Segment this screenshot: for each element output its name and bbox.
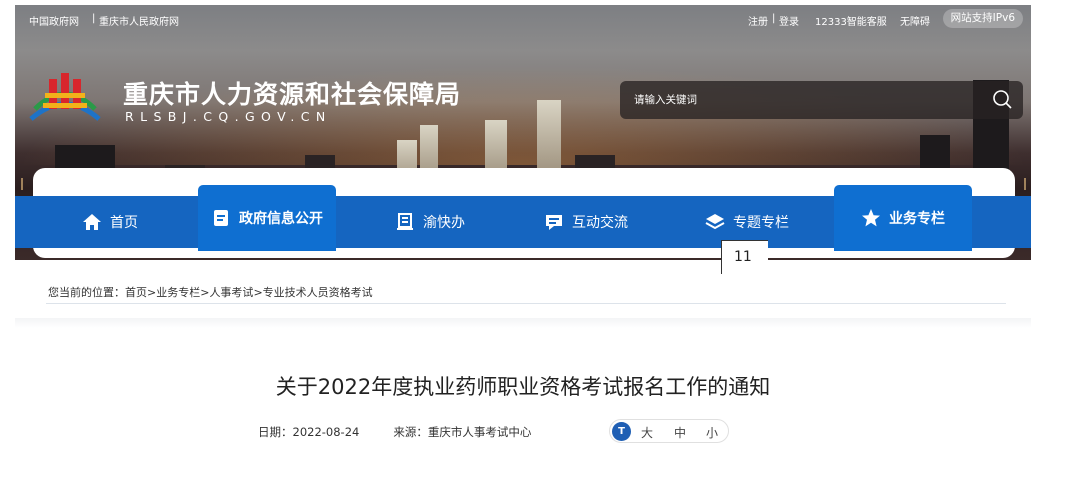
- nav-home[interactable]: 首页: [70, 196, 150, 248]
- id-card-icon: [395, 212, 415, 232]
- article-source: 重庆市人事考试中心: [427, 425, 532, 439]
- breadcrumb-current[interactable]: 专业技术人员资格考试: [263, 286, 373, 299]
- font-small-button[interactable]: 小: [706, 424, 718, 441]
- nav-label: 政府信息公开: [239, 211, 323, 227]
- section-divider: [15, 318, 1031, 328]
- register-link[interactable]: 注册: [748, 13, 768, 28]
- breadcrumb-business[interactable]: 业务专栏: [156, 286, 200, 299]
- accessibility-link[interactable]: 无障碍: [900, 13, 930, 28]
- hotline-link[interactable]: 12333智能客服: [815, 13, 887, 28]
- source-label: 来源：: [393, 425, 428, 439]
- nav-label: 业务专栏: [889, 211, 945, 227]
- nav-gov-info[interactable]: 政府信息公开: [198, 185, 336, 251]
- breadcrumb-sep: >: [253, 286, 263, 299]
- logo-icon: [29, 73, 101, 121]
- logo: [29, 69, 101, 129]
- font-large-button[interactable]: 大: [641, 424, 653, 441]
- date-label: 日期：: [258, 425, 293, 439]
- breadcrumb-divider: [46, 303, 1006, 304]
- site-title: 重庆市人力资源和社会保障局: [123, 80, 462, 109]
- chat-icon: [544, 212, 564, 232]
- document-icon: [211, 208, 231, 228]
- home-icon: [82, 212, 102, 232]
- page-counter-tooltip: 11: [721, 240, 768, 274]
- breadcrumb-home[interactable]: 首页: [125, 286, 147, 299]
- search-input[interactable]: [634, 91, 964, 109]
- breadcrumb-prefix: 您当前的位置：: [48, 286, 125, 299]
- nav-label: 渝快办: [423, 215, 465, 231]
- nav-label: 首页: [110, 215, 138, 231]
- search-bar: [620, 81, 1023, 119]
- article-meta: 日期：2022-08-24 来源：重庆市人事考试中心: [258, 424, 531, 440]
- link-cq-gov[interactable]: 重庆市人民政府网: [99, 13, 179, 28]
- breadcrumb: 您当前的位置：首页>业务专栏>人事考试>专业技术人员资格考试: [48, 284, 373, 300]
- nav-label: 互动交流: [572, 215, 628, 231]
- nav-label: 专题专栏: [733, 215, 789, 231]
- article-date: 2022-08-24: [292, 425, 360, 439]
- top-separator: |: [772, 13, 776, 24]
- font-medium-button[interactable]: 中: [674, 424, 686, 441]
- header-banner: 中国政府网 | 重庆市人民政府网 注册 | 登录 12333智能客服 无障碍 网…: [15, 5, 1031, 260]
- top-bar: 中国政府网 | 重庆市人民政府网 注册 | 登录 12333智能客服 无障碍 网…: [15, 5, 1031, 33]
- breadcrumb-exam[interactable]: 人事考试: [209, 286, 253, 299]
- nav-interaction[interactable]: 互动交流: [531, 196, 641, 248]
- login-link[interactable]: 登录: [779, 13, 799, 28]
- tooltip-value: 11: [734, 249, 752, 265]
- search-icon[interactable]: [991, 89, 1013, 111]
- ipv6-badge: 网站支持IPv6: [942, 9, 1023, 28]
- font-size-control: T 大 中 小: [609, 419, 729, 443]
- link-gov-cn[interactable]: 中国政府网: [29, 13, 79, 28]
- site-domain: RLSBJ.CQ.GOV.CN: [125, 109, 332, 124]
- nav-yukuaiban[interactable]: 渝快办: [380, 196, 480, 248]
- star-icon: [861, 208, 881, 228]
- layers-icon: [705, 212, 725, 232]
- top-separator: |: [92, 13, 96, 24]
- article-title: 关于2022年度执业药师职业资格考试报名工作的通知: [275, 375, 771, 399]
- font-size-icon: T: [612, 422, 631, 441]
- breadcrumb-sep: >: [147, 286, 157, 299]
- nav-business[interactable]: 业务专栏: [834, 185, 972, 251]
